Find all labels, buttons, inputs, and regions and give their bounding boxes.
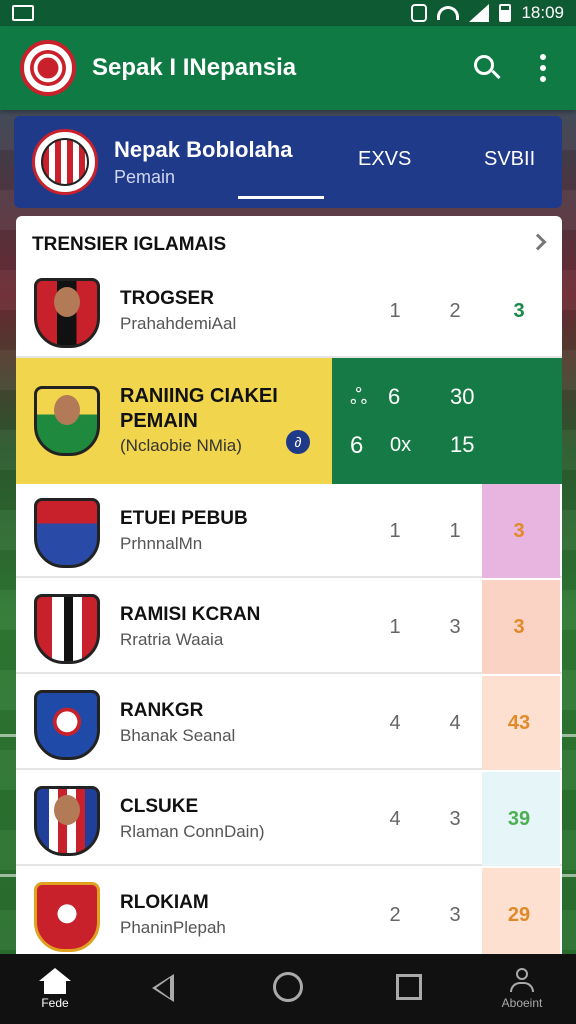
stat-c: 3 [513,616,525,638]
stat-c: 29 [507,904,531,926]
stat-top-b: 30 [450,384,475,409]
row-subtitle: PrhnnalMn [120,534,203,553]
row-subtitle: Bhanak Seanal [120,726,236,745]
stat-top-a: 6 [388,384,401,409]
stat-a: 4 [389,808,401,830]
stat-a: 1 [389,520,401,542]
club-name: Nepak Boblolaha [114,136,293,162]
row-subtitle: PhaninPlepah [120,918,226,937]
section-title: TRENSIER IGLAMAIS [32,234,227,255]
stat-a: 1 [389,616,401,638]
nav-home[interactable]: Fede [30,968,80,1010]
list-item[interactable]: TROGSER PrahahdemiAal 1 2 3 [16,264,562,358]
nfc-icon [411,4,428,22]
chevron-right-icon[interactable] [529,233,547,251]
player-crest [34,786,100,856]
club-crest [34,594,100,664]
club-crest [34,690,100,760]
row-name: RAMISI KCRAN [120,604,261,625]
stat-b: 1 [449,520,461,542]
home-button-icon[interactable] [273,972,303,1002]
player-crest [34,386,100,456]
notification-icon [12,5,34,21]
highlight-subtitle: (Nclaobie NMia) [120,436,242,455]
more-options-icon[interactable] [540,54,546,82]
list-item[interactable]: CLSUKE Rlaman ConnDain) 4 3 39 [16,772,562,866]
app-logo [20,40,76,96]
highlight-name: RANIING CIAKEI PEMAIN [120,385,278,432]
app-bar: Sepak I INepansia [0,26,576,110]
recents-icon[interactable] [396,974,422,1000]
club-badge [32,129,98,195]
row-name: ETUEI PEBUB [120,508,248,529]
wifi-icon [437,6,460,20]
nav-account[interactable]: Aboeint [492,968,552,1010]
stat-b: 3 [449,808,461,830]
account-icon [509,968,535,994]
list-item[interactable]: RANKGR Bhanak Seanal 4 4 43 [16,676,562,770]
row-subtitle: Rlaman ConnDain) [120,822,265,841]
home-icon [39,968,71,994]
ranking-list-card: TRENSIER IGLAMAIS TROGSER PrahahdemiAal … [16,216,562,954]
back-icon[interactable] [152,974,174,1002]
stat-c: 3 [513,300,525,322]
stat-a: 2 [389,904,401,926]
bottom-navigation-bar: Fede Aboeint [0,954,576,1024]
info-icon[interactable]: ∂ [286,430,310,454]
club-crest [34,882,100,952]
nav-account-label: Aboeint [501,996,543,1010]
status-bar: 18:09 [0,0,576,26]
app-title: Sepak I INepansia [92,54,297,81]
battery-icon [499,4,512,22]
stat-bot-c: 15 [450,432,475,457]
stat-c: 43 [507,712,531,734]
list-item[interactable]: ETUEI PEBUB PrhnnalMn 1 1 3 [16,484,562,578]
signal-icon [469,4,490,22]
tab-exvs[interactable]: EXVS [358,148,411,171]
highlight-stats-panel [332,358,562,484]
stat-b: 3 [449,904,461,926]
row-name: RANKGR [120,700,204,721]
group-icon: ஃ [350,384,368,409]
stat-bot-a: 6 [350,432,364,459]
row-name: CLSUKE [120,796,199,817]
stat-a: 1 [389,300,401,322]
row-name: RLOKIAM [120,892,209,913]
stat-a: 4 [389,712,401,734]
tab-svbii[interactable]: SVBII [484,148,535,171]
row-subtitle: Rratria Waaia [120,630,224,649]
search-icon[interactable] [472,53,502,83]
stat-c: 3 [513,520,525,542]
stat-b: 3 [449,616,461,638]
club-crest [34,498,100,568]
club-subtitle: Pemain [114,166,176,187]
nav-home-label: Fede [41,996,69,1010]
row-name: TROGSER [120,288,214,309]
row-subtitle: PrahahdemiAal [120,314,237,333]
status-time: 18:09 [521,3,564,22]
stat-b: 2 [449,300,461,322]
player-crest [34,278,100,348]
stat-c: 39 [507,808,531,830]
active-tab-indicator [238,196,324,199]
club-header-card: Nepak Boblolaha Pemain EXVS SVBII [14,116,562,208]
highlighted-list-item[interactable]: RANIING CIAKEI PEMAIN (Nclaobie NMia) ∂ … [16,358,562,484]
list-item[interactable]: RAMISI KCRAN Rratria Waaia 1 3 3 [16,580,562,674]
list-item[interactable]: RLOKIAM PhaninPlepah 2 3 29 [16,868,562,954]
stat-b: 4 [449,712,461,734]
stat-bot-b: 0x [390,434,412,456]
